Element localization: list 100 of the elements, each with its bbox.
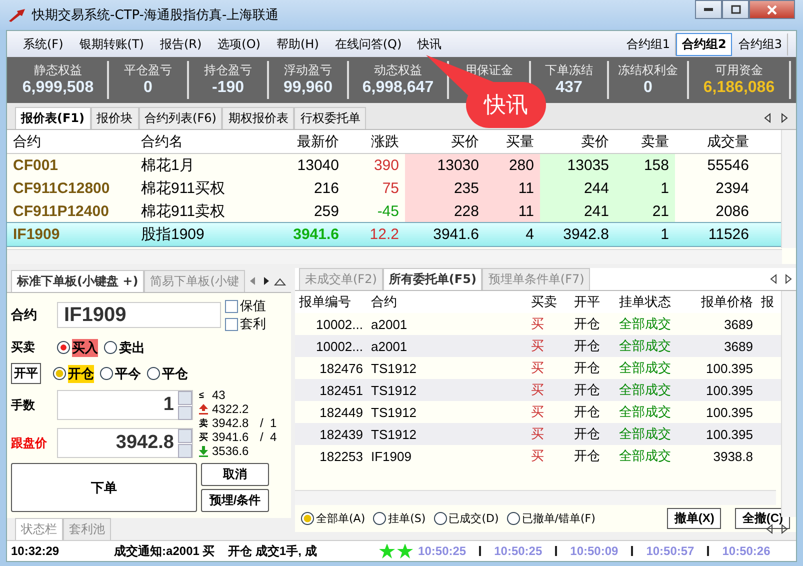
radio-button[interactable]: 卖出 [104,338,145,356]
minimize-button[interactable] [695,0,722,19]
table-cell-text: -45 [376,202,400,222]
field-label: 合约 [11,307,38,324]
tab[interactable]: 行权委托单 [294,107,366,129]
table-cell-text: 开仓 [573,381,601,399]
table-cell-text: 10002... [315,338,364,354]
column-header[interactable]: 挂单状态 [615,293,687,311]
status-message: 成交通知:a2001 买 开仓 成交1手, 成 [114,542,318,560]
menu-item[interactable]: 选项(O) [210,36,268,52]
table-cell-text: 75 [381,179,400,199]
scrollbar[interactable] [781,130,796,248]
scrollbar[interactable] [295,490,776,505]
stat-label: 平仓盈亏 [124,62,172,78]
table-cell-text: 买 [530,425,545,443]
table-cell-text: IF1909 [370,448,412,464]
scroll-arrows-icon[interactable] [764,113,788,123]
column-header[interactable]: 最新价 [235,130,345,153]
column-header[interactable]: 报单编号 [295,293,367,311]
table-cell-text: 全部成交 [618,425,672,443]
table-cell-text: TS1912 [370,426,418,442]
tab[interactable]: 所有委托单(F5) [382,268,482,290]
stat-label: 动态权益 [374,62,422,78]
column-header[interactable]: 卖量 [615,130,675,153]
radio-button[interactable]: 已撤单/错单(F) [506,511,596,526]
column-header[interactable]: 成交量 [675,130,755,153]
tab[interactable]: 报价表(F1) [15,107,91,129]
menu-item[interactable]: 快讯 [410,36,450,52]
menu-item[interactable]: 报告(R) [152,36,210,52]
column-header[interactable]: 开平 [570,293,615,311]
table-cell-text: 3689 [723,338,754,354]
table-cell-text: 开仓 [573,425,601,443]
tab[interactable]: 期权报价表 [222,107,294,129]
column-header[interactable]: 买价 [405,130,485,153]
column-header[interactable]: 涨跌 [345,130,405,153]
place-order-button[interactable]: 下单 [11,463,197,512]
status-time: 10:32:29 [11,544,60,558]
order-action-button[interactable]: 全撤(C) [735,508,790,529]
group-tab[interactable]: 合约组2 [676,32,732,56]
cancel-button[interactable]: 取消 [201,463,269,486]
radio-button[interactable]: 已成交(D) [434,511,499,526]
table-cell-text: 182449 [318,404,364,420]
table-cell-text: TS1912 [370,360,418,376]
table-cell-text: 390 [372,156,400,176]
offset-button[interactable]: 开平 [11,363,41,384]
quote-row[interactable]: CF001 棉花1月 13040 390 13030 280 13035 158 55546 [7,154,781,177]
close-button[interactable] [749,0,795,19]
tab[interactable]: 合约列表(F6) [138,107,222,129]
column-header[interactable]: 买量 [485,130,540,153]
menu-item[interactable]: 在线问答(Q) [326,36,410,52]
radio-button[interactable]: 平仓 [147,364,188,382]
radio-button[interactable]: 挂单(S) [373,511,426,526]
tab[interactable]: 标准下单板(小键盘 +) [11,270,144,292]
column-header[interactable]: 报单价格 [687,293,757,311]
table-cell-text: TS1912 [370,404,418,420]
column-header[interactable]: 合约 [367,293,527,311]
field-label: 买卖 [11,339,36,356]
contract-field[interactable]: IF1909 [57,302,221,328]
table-cell-text: 216 [312,179,340,199]
column-header[interactable]: 买卖 [527,293,570,311]
table-cell-text: 182253 [318,448,364,464]
column-header[interactable]: 报 [757,293,782,311]
stat-label: 可用资金 [715,62,763,78]
quote-row[interactable]: CF911C12800 棉花911买权 216 75 235 11 244 1 2394 [7,177,781,200]
stat-value: 0 [144,78,152,98]
limit-down-icon [199,446,208,456]
scrollbar[interactable] [781,291,796,517]
column-header[interactable]: 合约名 [135,130,235,153]
table-cell-text: 棉花911买权 [140,179,226,199]
menu-item[interactable]: 系统(F) [15,36,72,52]
stat-label: 冻结权利金 [618,62,678,78]
price-field[interactable]: 3942.8 [57,428,193,458]
tab[interactable]: 报价块 [90,107,139,129]
quote-row[interactable]: CF911P12400 棉花911卖权 259 -45 228 11 241 21 2086 [7,200,781,223]
checkbox[interactable]: 保值 [225,297,266,315]
order-action-button[interactable]: 撤单(X) [667,508,722,529]
group-tab[interactable]: 合约组3 [732,32,788,56]
status-time: 10:50:26 [722,544,770,558]
checkbox[interactable]: 套利 [225,315,266,333]
stat-label: 静态权益 [34,62,82,78]
column-header[interactable]: 合约 [7,130,135,153]
maximize-button[interactable] [722,0,749,19]
radio-button[interactable]: 平今 [100,364,141,382]
table-cell-text: CF001 [12,156,60,176]
conditional-order-button[interactable]: 预埋/条件 [201,489,269,512]
scroll-arrows-icon[interactable] [770,274,792,284]
scroll-arrows-icon[interactable] [248,276,287,286]
scroll-arrows-icon[interactable] [766,524,788,534]
tab[interactable]: 状态栏 [15,518,63,540]
scrollbar[interactable] [7,249,782,264]
menu-item[interactable]: 帮助(H) [268,36,327,52]
quote-row[interactable]: IF1909 股指1909 3941.6 12.2 3941.6 4 3942.8 1 11526 [7,223,781,246]
column-header[interactable]: 卖价 [540,130,615,153]
table-cell: 13035 [540,154,615,177]
table-cell-text: 12.2 [368,225,400,245]
menu-item[interactable]: 银期转账(T) [71,36,152,52]
stat-value: 99,960 [284,78,332,98]
quantity-field[interactable]: 1 [57,390,193,420]
radio-button[interactable]: 全部单(A) [301,511,366,526]
volume-info: / 1 [260,416,277,430]
